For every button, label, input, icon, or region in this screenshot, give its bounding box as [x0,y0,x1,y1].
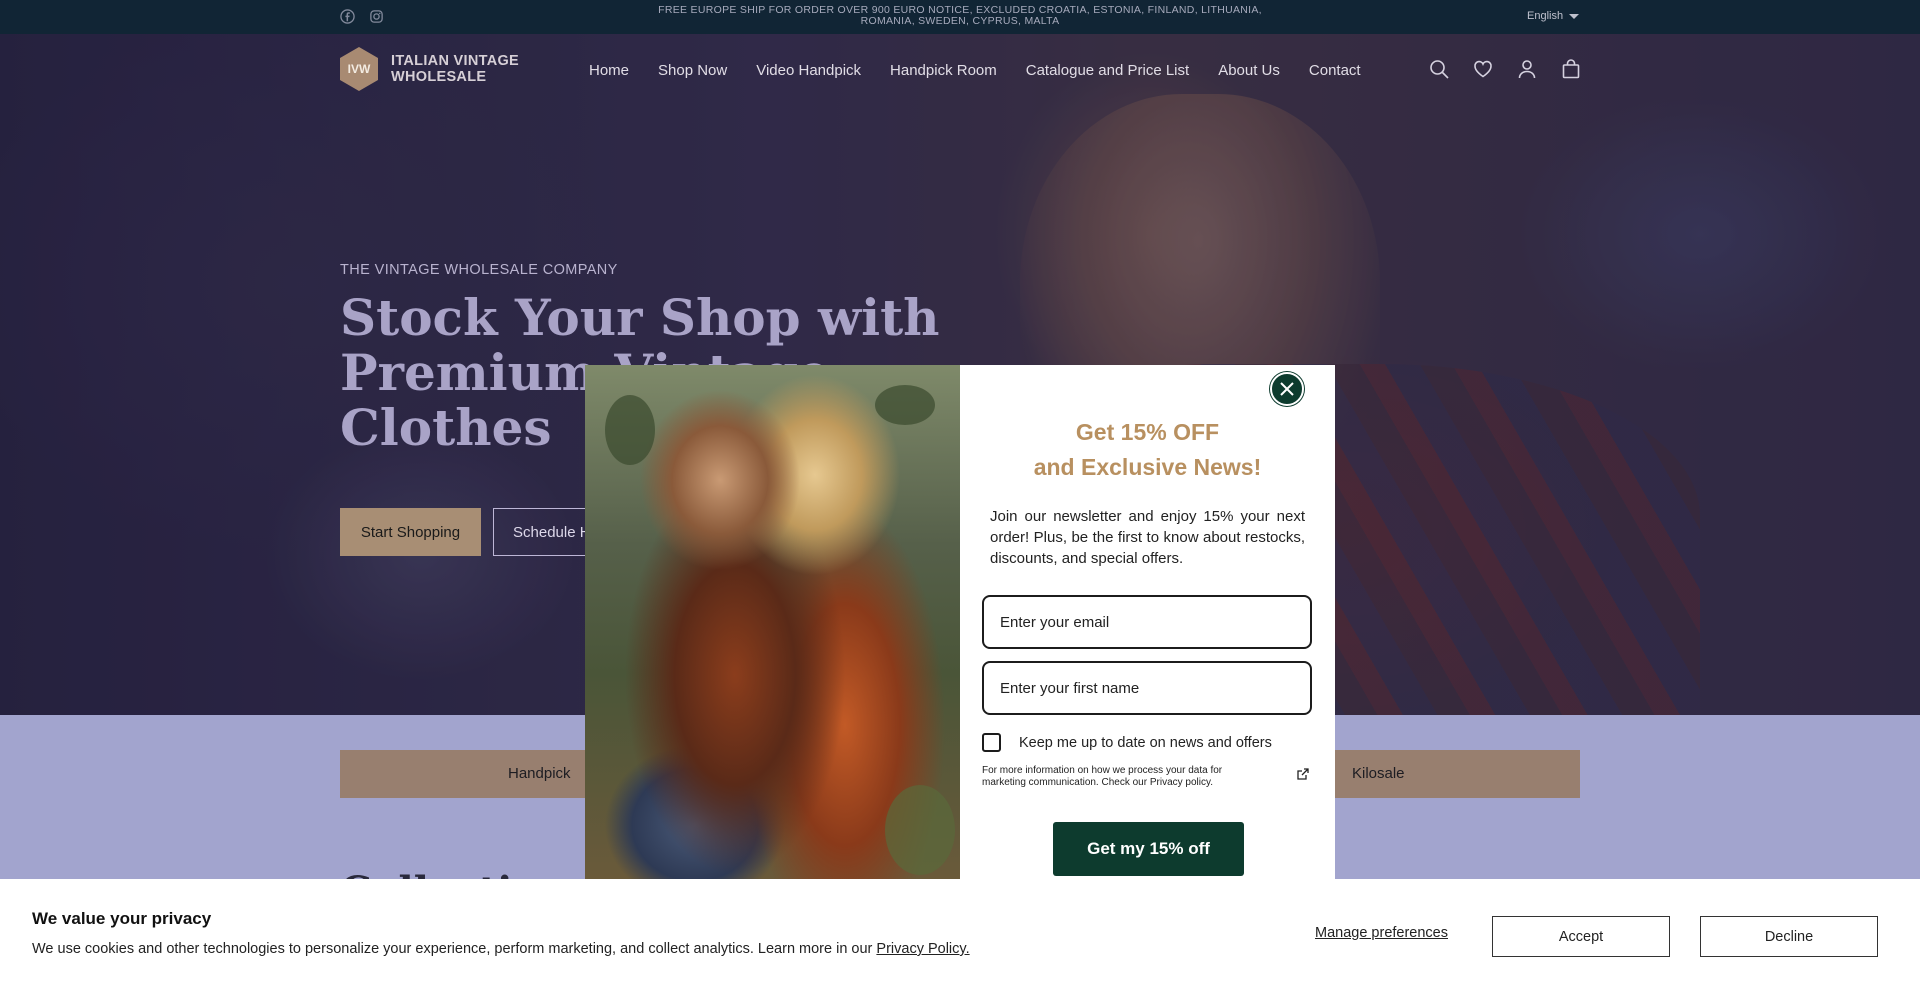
close-popup-button[interactable] [1270,372,1304,406]
menu-item-contact[interactable]: Contact [1309,62,1361,79]
chevron-down-icon [1569,13,1580,19]
menu-item-shop-now[interactable]: Shop Now [658,62,727,79]
close-icon [1280,382,1294,396]
search-icon[interactable] [1428,58,1450,80]
main-menu: Home Shop Now Video Handpick Handpick Ro… [589,62,1361,79]
hero-headline-line-1: Stock Your Shop with [340,288,940,347]
announcement-text: FREE EUROPE SHIP FOR ORDER OVER 900 EURO… [658,4,1262,27]
logo-line-1: ITALIAN VINTAGE [391,53,520,69]
cookie-banner: We value your privacy We use cookies and… [0,879,1920,993]
site-header: IVW ITALIAN VINTAGE WHOLESALE Home Shop … [0,34,1920,106]
get-discount-button[interactable]: Get my 15% off [1053,822,1244,876]
popup-title-line-1: Get 15% OFF [1075,419,1220,445]
cookie-text-body: We use cookies and other technologies to… [32,941,877,957]
menu-item-about-us[interactable]: About Us [1218,62,1280,79]
instagram-icon[interactable] [369,9,384,24]
decline-button[interactable]: Decline [1700,916,1878,957]
privacy-note: For more information on how we process y… [982,765,1223,788]
language-label: English [1527,10,1564,22]
accept-button[interactable]: Accept [1492,916,1670,957]
hero-eyebrow: THE VINTAGE WHOLESALE COMPANY [340,262,618,278]
facebook-icon[interactable] [340,9,355,24]
news-opt-in-checkbox[interactable] [982,733,1001,752]
category-kilosale[interactable]: Kilosale [1352,765,1405,782]
announcement-bar: FREE EUROPE SHIP FOR ORDER OVER 900 EURO… [0,0,1920,34]
logo-mark[interactable]: IVW [340,47,378,91]
news-opt-in-label: Keep me up to date on news and offers [1019,734,1272,751]
heart-icon[interactable] [1472,58,1494,80]
logo-text[interactable]: ITALIAN VINTAGE WHOLESALE [391,53,519,85]
privacy-policy-link[interactable]: Privacy Policy. [876,941,969,957]
language-selector[interactable]: English [1527,10,1580,22]
menu-item-video-handpick[interactable]: Video Handpick [756,62,861,79]
category-handpick[interactable]: Handpick [508,765,571,782]
popup-title: Get 15% OFF and Exclusive News! [960,415,1335,485]
social-links [340,9,384,24]
menu-item-catalogue[interactable]: Catalogue and Price List [1026,62,1189,79]
menu-item-handpick-room[interactable]: Handpick Room [890,62,997,79]
cookie-title: We value your privacy [32,909,212,928]
header-icons [1428,58,1582,80]
menu-item-home[interactable]: Home [589,62,629,79]
news-opt-in[interactable]: Keep me up to date on news and offers [982,733,1272,752]
popup-description: Join our newsletter and enjoy 15% your n… [990,508,1305,567]
bag-icon[interactable] [1560,58,1582,80]
account-icon[interactable] [1516,58,1538,80]
popup-form-panel: Get 15% OFF and Exclusive News! Join our… [960,365,1335,879]
external-link-icon[interactable] [1296,766,1310,780]
start-shopping-button[interactable]: Start Shopping [340,508,481,556]
popup-title-line-2: and Exclusive News! [1033,454,1262,480]
email-field[interactable] [982,595,1312,649]
newsletter-popup: Get 15% OFF and Exclusive News! Join our… [585,365,1335,879]
manage-preferences-link[interactable]: Manage preferences [1315,925,1448,941]
cookie-text: We use cookies and other technologies to… [32,941,970,957]
popup-image [585,365,960,879]
first-name-field[interactable] [982,661,1312,715]
logo-line-2: WHOLESALE [391,69,487,85]
